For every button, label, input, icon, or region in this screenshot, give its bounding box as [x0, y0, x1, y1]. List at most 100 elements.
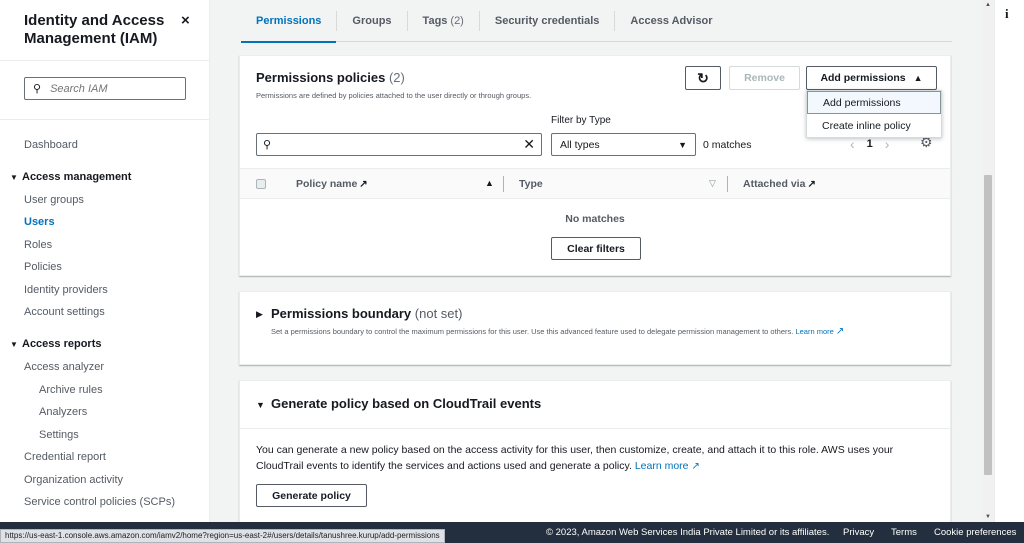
chevron-left-icon[interactable]: ‹ [850, 136, 855, 152]
chevron-right-icon[interactable]: › [885, 136, 890, 152]
clear-icon[interactable]: ✕ [523, 136, 535, 153]
divider [0, 60, 209, 61]
close-icon[interactable]: × [181, 12, 190, 29]
menu-item-add-permissions[interactable]: Add permissions [807, 91, 941, 114]
sidebar-item-organization-activity[interactable]: Organization activity [24, 474, 123, 486]
column-policy-name[interactable]: Policy name ↗ [296, 178, 368, 190]
terms-link[interactable]: Terms [891, 527, 917, 538]
column-type[interactable]: Type [519, 178, 543, 190]
sidebar: Identity and Access Management (IAM) × ⚲… [0, 0, 210, 522]
sidebar-item-account-settings[interactable]: Account settings [24, 306, 105, 318]
main-content: Permissions Groups Tags (2) Security cred… [211, 0, 982, 522]
scrollbar[interactable]: ▲ ▼ [982, 0, 994, 522]
scroll-thumb[interactable] [984, 175, 992, 475]
learn-more-link[interactable]: Learn more ↗ [795, 326, 845, 337]
policy-count: (2) [388, 70, 405, 85]
external-link-icon: ↗ [691, 461, 700, 472]
permissions-boundary-panel: ▶ Permissions boundary (not set) Set a p… [239, 291, 951, 365]
search-icon: ⚲ [33, 83, 42, 95]
tab-access-advisor[interactable]: Access Advisor [615, 0, 727, 42]
matches-count: 0 matches [703, 139, 752, 151]
page-number[interactable]: 1 [867, 138, 873, 150]
tab-bar: Permissions Groups Tags (2) Security cred… [241, 0, 952, 43]
scroll-down-icon[interactable]: ▼ [985, 514, 991, 520]
boundary-status: (not set) [414, 306, 463, 321]
external-link-icon: ↗ [835, 326, 845, 337]
clear-filters-button[interactable]: Clear filters [551, 237, 641, 260]
sidebar-item-users[interactable]: Users [24, 216, 55, 228]
sort-asc-icon[interactable]: ▲ [485, 178, 494, 188]
caret-up-icon: ▲ [913, 73, 923, 83]
link-label: Learn more [634, 460, 689, 472]
sidebar-item-access-analyzer[interactable]: Access analyzer [24, 361, 104, 373]
panel-title-text: Permissions policies [256, 70, 386, 85]
sidebar-item-analyzers[interactable]: Analyzers [39, 406, 87, 418]
search-icon: ⚲ [263, 139, 272, 151]
sidebar-item-archive-rules[interactable]: Archive rules [39, 384, 103, 396]
learn-more-link[interactable]: Learn more ↗ [635, 460, 700, 472]
sidebar-search[interactable]: ⚲ [24, 77, 186, 100]
refresh-icon: ↻ [697, 69, 709, 86]
sidebar-item-credential-report[interactable]: Credential report [24, 451, 106, 463]
section-access-reports[interactable]: ▼ Access reports [10, 338, 102, 350]
tab-label: Security credentials [494, 15, 600, 27]
caret-right-icon[interactable]: ▶ [256, 309, 263, 320]
section-label: Access reports [22, 338, 102, 350]
sidebar-title: Identity and Access Management (IAM) [24, 12, 165, 47]
sidebar-item-policies[interactable]: Policies [24, 261, 62, 273]
caret-down-icon[interactable]: ▼ [256, 400, 265, 410]
tab-label: Access Advisor [630, 15, 713, 27]
help-panel-toggle: i [994, 0, 1024, 522]
divider [0, 119, 209, 120]
add-permissions-button[interactable]: Add permissions ▲ [806, 66, 937, 90]
panel-title-text: Permissions boundary [271, 306, 412, 321]
sidebar-item-scps[interactable]: Service control policies (SCPs) [24, 496, 175, 508]
panel-description: Permissions are defined by policies atta… [256, 91, 532, 100]
description-text: Set a permissions boundary to control th… [271, 327, 794, 336]
tab-groups[interactable]: Groups [337, 0, 406, 42]
info-icon[interactable]: i [1005, 6, 1009, 22]
cookie-preferences-link[interactable]: Cookie preferences [934, 527, 1016, 538]
sidebar-item-identity-providers[interactable]: Identity providers [24, 284, 108, 296]
sidebar-item-settings[interactable]: Settings [39, 429, 79, 441]
search-input[interactable] [50, 82, 161, 95]
sort-icon[interactable]: ▽ [709, 178, 716, 189]
privacy-link[interactable]: Privacy [843, 527, 874, 538]
sidebar-item-user-groups[interactable]: User groups [24, 194, 84, 206]
tab-count: (2) [450, 15, 464, 27]
tab-security-credentials[interactable]: Security credentials [480, 0, 615, 42]
sidebar-item-roles[interactable]: Roles [24, 239, 52, 251]
table-header: Policy name ↗ ▲ Type ▽ Attached via ↗ [240, 168, 950, 199]
tab-permissions[interactable]: Permissions [241, 0, 337, 43]
link-label: Learn more [795, 327, 834, 336]
column-label: Policy name [296, 178, 358, 190]
scroll-up-icon[interactable]: ▲ [985, 2, 991, 8]
section-label: Access management [22, 171, 132, 183]
policy-search-input[interactable]: ⚲ ✕ [256, 133, 542, 156]
panel-title[interactable]: Generate policy based on CloudTrail even… [271, 396, 541, 411]
generate-policy-panel: ▼ Generate policy based on CloudTrail ev… [239, 380, 951, 522]
tab-label: Groups [352, 15, 392, 27]
select-all-checkbox[interactable] [256, 179, 266, 189]
generate-policy-button[interactable]: Generate policy [256, 484, 367, 507]
caret-down-icon: ▼ [678, 139, 687, 150]
empty-state-text: No matches [565, 213, 625, 225]
status-bar-url: https://us-east-1.console.aws.amazon.com… [0, 529, 445, 543]
external-link-icon: ↗ [359, 179, 368, 190]
filter-label: Filter by Type [551, 115, 611, 126]
sidebar-item-dashboard[interactable]: Dashboard [24, 139, 78, 151]
column-attached-via[interactable]: Attached via ↗ [743, 178, 816, 190]
tab-tags[interactable]: Tags (2) [408, 0, 479, 42]
section-access-management[interactable]: ▼ Access management [10, 171, 131, 183]
permissions-policies-panel: Permissions policies (2) Permissions are… [239, 55, 951, 276]
copyright: © 2023, Amazon Web Services India Privat… [546, 527, 830, 538]
remove-button[interactable]: Remove [729, 66, 800, 90]
panel-title[interactable]: Permissions boundary (not set) [271, 306, 462, 321]
column-separator [503, 176, 504, 192]
pagination: ‹ 1 › [850, 136, 889, 152]
tab-label: Permissions [256, 15, 322, 27]
external-link-icon: ↗ [807, 179, 816, 190]
type-filter-select[interactable]: All types ▼ [551, 133, 696, 156]
refresh-button[interactable]: ↻ [685, 66, 721, 90]
menu-item-create-inline-policy[interactable]: Create inline policy [807, 114, 941, 137]
